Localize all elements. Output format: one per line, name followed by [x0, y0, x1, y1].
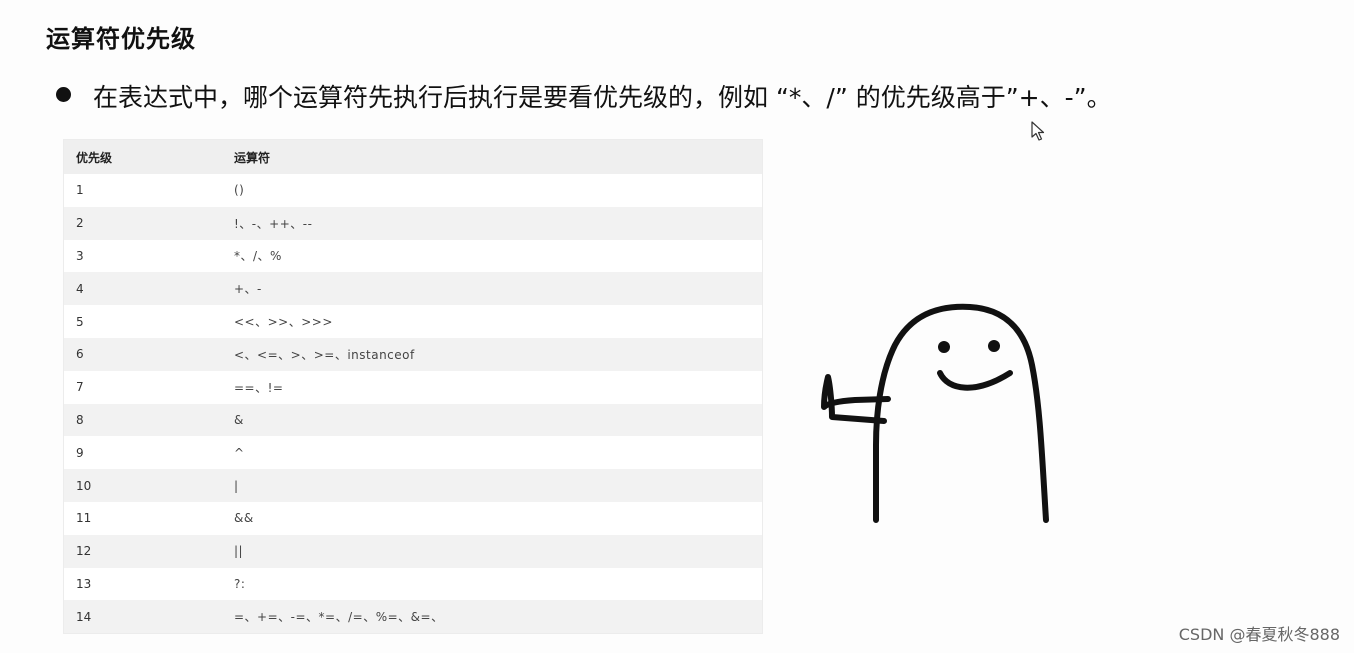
- csdn-watermark: CSDN @春夏秋冬888: [1178, 625, 1340, 644]
- table-row: 8 &: [64, 403, 762, 437]
- operator-cell: <<、>>、>>>: [222, 305, 762, 338]
- operator-cell: ||: [222, 534, 762, 568]
- bullet-text: 在表达式中，哪个运算符先执行后执行是要看优先级的，例如 “*、/” 的优先级高于…: [93, 83, 1112, 112]
- table-row: 2 !、-、++、--: [64, 206, 762, 240]
- mouse-pointer-icon: [1031, 121, 1045, 141]
- priority-cell: 14: [64, 600, 222, 634]
- operator-cell: ?:: [222, 567, 762, 601]
- priority-cell: 3: [64, 239, 222, 273]
- table-row: 13?:: [64, 567, 762, 601]
- priority-cell: 13: [64, 567, 222, 601]
- operator-cell: !、-、++、--: [222, 206, 762, 240]
- operator-cell: =、+=、-=、*=、/=、%=、&=、: [222, 600, 762, 634]
- table-row: 9 ^: [64, 436, 762, 470]
- column-header-operator: 运算符: [222, 140, 762, 174]
- operator-cell: (): [222, 174, 762, 207]
- priority-cell: 5: [64, 305, 222, 338]
- operator-cell: <、<=、>、>=、instanceof: [222, 337, 762, 371]
- priority-cell: 1: [64, 174, 222, 207]
- priority-cell: 10: [64, 469, 222, 502]
- smiling-blob-waving-icon: [821, 303, 1049, 523]
- table-row: 11 &&: [64, 501, 762, 535]
- operator-cell: |: [222, 469, 762, 502]
- table-row: 14 =、+=、-=、*=、/=、%=、&=、: [64, 600, 762, 634]
- bullet-dot-icon: [56, 87, 71, 102]
- table-row: 3 *、/、%: [64, 239, 762, 273]
- table-row: 6 <、<=、>、>=、instanceof: [64, 337, 762, 371]
- operator-cell: *、/、%: [222, 239, 762, 273]
- priority-cell: 8: [64, 403, 222, 437]
- priority-cell: 11: [64, 501, 222, 535]
- priority-cell: 7: [64, 370, 222, 404]
- bullet-paragraph: 在表达式中，哪个运算符先执行后执行是要看优先级的，例如 “*、/” 的优先级高于…: [56, 78, 1112, 114]
- operator-cell: +、-: [222, 272, 762, 306]
- table-row: 4 +、-: [64, 272, 762, 306]
- operator-cell: ==、!=: [222, 370, 762, 404]
- table-row: 12 ||: [64, 534, 762, 568]
- priority-cell: 6: [64, 337, 222, 371]
- operator-cell: ^: [222, 436, 762, 470]
- priority-cell: 4: [64, 272, 222, 306]
- slide-page: 运算符优先级 在表达式中，哪个运算符先执行后执行是要看优先级的，例如 “*、/”…: [0, 0, 1354, 653]
- priority-cell: 2: [64, 206, 222, 240]
- priority-cell: 12: [64, 534, 222, 568]
- column-header-priority: 优先级: [64, 140, 222, 174]
- operator-cell: &&: [222, 501, 762, 535]
- table-row: 1(): [64, 174, 762, 207]
- page-title: 运算符优先级: [46, 25, 196, 53]
- table-row: 10 |: [64, 469, 762, 502]
- operator-precedence-table: 优先级 运算符 1() 2 !、-、++、-- 3 *、/、% 4 +、- 5 <<、>…: [64, 140, 762, 634]
- table-row: 7 ==、!=: [64, 370, 762, 404]
- operator-cell: &: [222, 403, 762, 437]
- table-row: 5 <<、>>、>>>: [64, 305, 762, 338]
- priority-cell: 9: [64, 436, 222, 470]
- table-header-row: 优先级 运算符: [64, 140, 762, 174]
